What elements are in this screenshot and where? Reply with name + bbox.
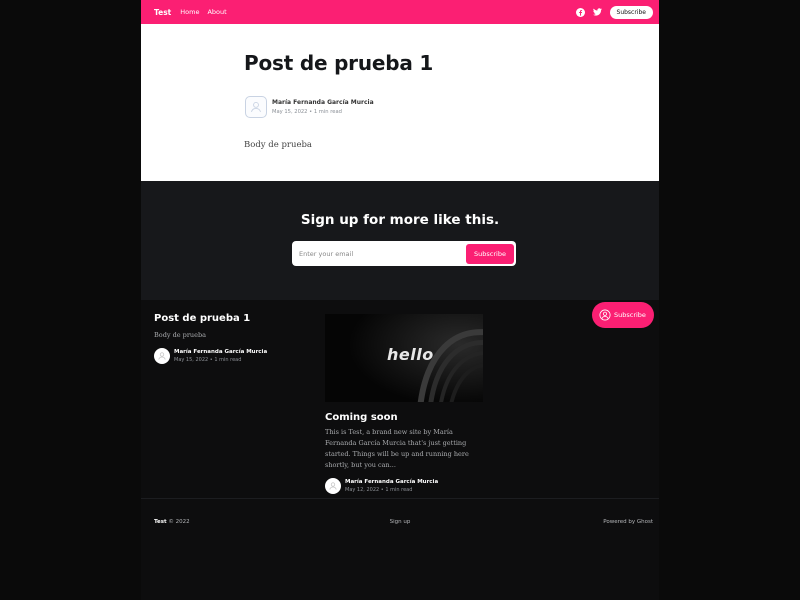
nav-link-home[interactable]: Home <box>180 8 199 16</box>
twitter-icon[interactable] <box>593 7 603 17</box>
powered-by-link[interactable]: Powered by Ghost <box>603 519 653 525</box>
post-author: María Fernanda García Murcia May 12, 202… <box>325 478 483 494</box>
article-date: May 15, 2022 <box>272 109 308 115</box>
site-brand[interactable]: Test <box>154 8 171 17</box>
post-date: May 12, 2022 <box>345 487 380 493</box>
facebook-icon[interactable] <box>576 7 586 17</box>
signup-subscribe-button[interactable]: Subscribe <box>466 243 514 264</box>
user-circle-icon <box>599 309 611 321</box>
thumbnail-text: hello <box>387 345 434 364</box>
post-read-time: 1 min read <box>385 487 413 493</box>
post-meta: May 15, 2022 • 1 min read <box>174 357 267 363</box>
post-read-time: 1 min read <box>214 357 242 363</box>
footer-signup-link: Sign up <box>141 519 659 525</box>
nav-subscribe-button[interactable]: Subscribe <box>609 5 653 19</box>
author-name[interactable]: María Fernanda García Murcia <box>272 99 374 106</box>
author-info: María Fernanda García Murcia May 15, 202… <box>272 99 374 115</box>
user-icon <box>329 482 337 490</box>
post-author-name[interactable]: María Fernanda García Murcia <box>174 349 267 355</box>
post-title[interactable]: Coming soon <box>325 412 483 423</box>
post-card[interactable]: Post de prueba 1 Body de prueba María Fe… <box>154 313 304 364</box>
top-nav: Test Home About Subscribe <box>141 0 659 24</box>
author-avatar[interactable] <box>245 96 267 118</box>
article-header: Post de prueba 1 María Fernanda García M… <box>141 24 659 181</box>
signup-section: Sign up for more like this. Enter your e… <box>141 181 659 300</box>
post-author: María Fernanda García Murcia May 15, 202… <box>154 348 304 364</box>
footer-signup-label[interactable]: Sign up <box>390 519 411 525</box>
user-icon <box>251 101 261 113</box>
post-excerpt: Body de prueba <box>154 331 206 339</box>
site-footer: Test © 2022 Sign up Powered by Ghost <box>141 519 659 529</box>
author-avatar[interactable] <box>154 348 170 364</box>
footer-divider <box>141 498 659 499</box>
article-body: Body de prueba <box>244 140 312 150</box>
article-title: Post de prueba 1 <box>244 51 434 75</box>
user-icon <box>158 352 166 360</box>
post-thumbnail[interactable]: hello <box>325 314 483 402</box>
post-excerpt: This is Test, a brand new site by María … <box>325 428 469 469</box>
article-author: María Fernanda García Murcia May 15, 202… <box>245 96 374 118</box>
page: Test Home About Subscribe Post de prueba… <box>141 0 659 600</box>
post-author-info: María Fernanda García Murcia May 15, 202… <box>174 349 267 363</box>
post-title[interactable]: Post de prueba 1 <box>154 313 304 324</box>
post-author-name[interactable]: María Fernanda García Murcia <box>345 479 438 485</box>
post-author-info: María Fernanda García Murcia May 12, 202… <box>345 479 438 493</box>
post-meta: May 12, 2022 • 1 min read <box>345 487 438 493</box>
signup-heading: Sign up for more like this. <box>300 212 500 228</box>
author-avatar[interactable] <box>325 478 341 494</box>
signup-form: Enter your email Subscribe <box>292 241 516 266</box>
floating-subscribe-label: Subscribe <box>614 311 646 319</box>
article-meta: May 15, 2022 • 1 min read <box>272 109 374 115</box>
post-card[interactable]: hello Coming soon This is Test, a brand … <box>325 314 483 494</box>
article-read-time: 1 min read <box>313 109 342 115</box>
nav-link-about[interactable]: About <box>207 8 226 16</box>
post-date: May 15, 2022 <box>174 357 209 363</box>
email-input[interactable]: Enter your email <box>299 250 466 258</box>
floating-subscribe-button[interactable]: Subscribe <box>592 302 654 328</box>
